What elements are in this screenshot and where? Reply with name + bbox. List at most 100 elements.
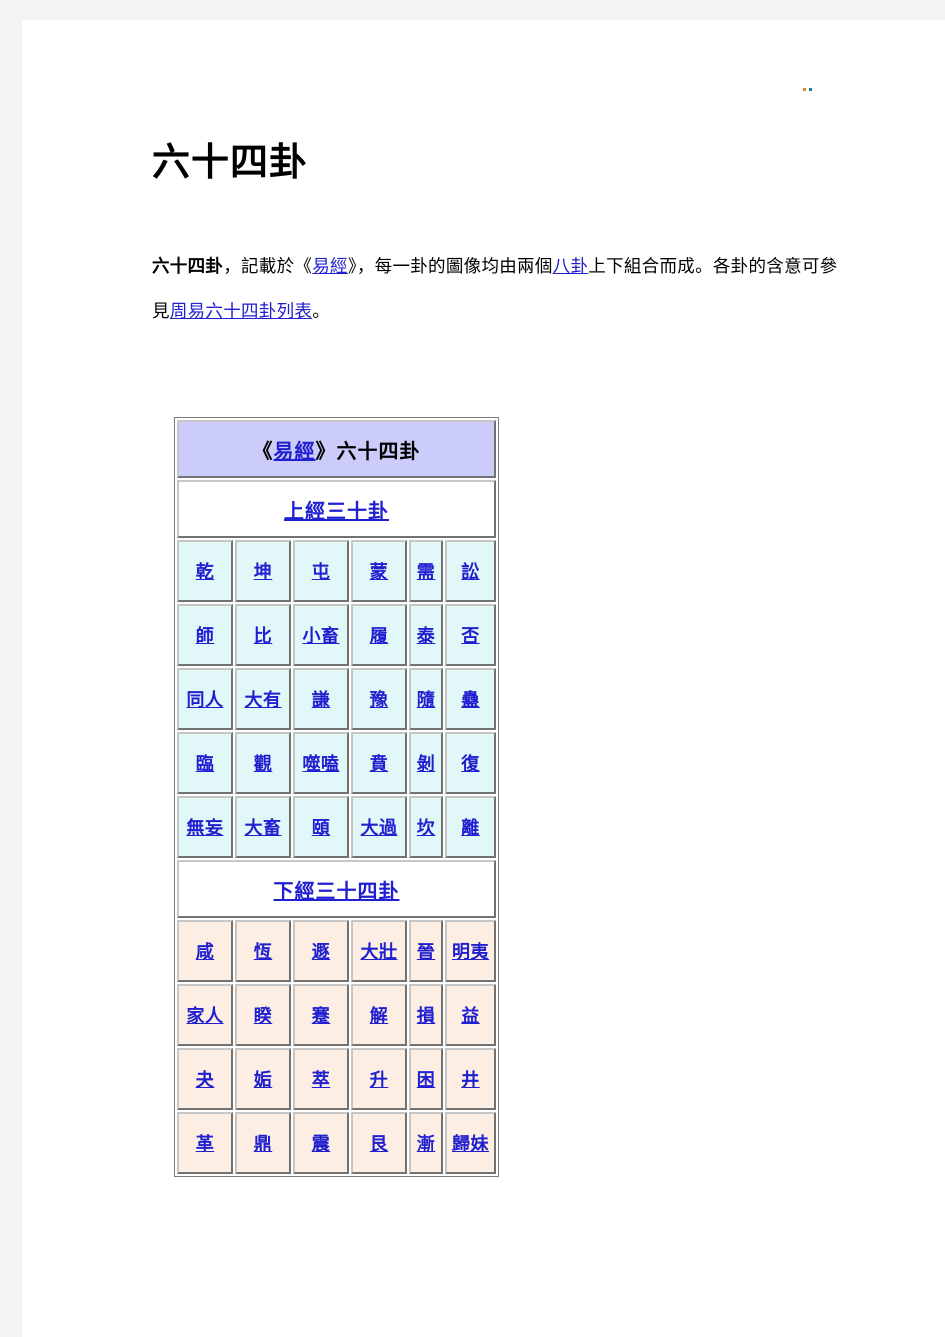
hexagram-cell[interactable]: 坎 — [409, 796, 443, 858]
hexagram-cell[interactable]: 剝 — [409, 732, 443, 794]
hexagram-link[interactable]: 履 — [370, 626, 389, 647]
hexagram-link[interactable]: 夬 — [196, 1070, 215, 1091]
hexagram-link[interactable]: 小畜 — [303, 626, 340, 647]
hexagram-link[interactable]: 大過 — [361, 818, 398, 839]
hexagram-link[interactable]: 大有 — [245, 690, 282, 711]
hexagram-cell[interactable]: 明夷 — [445, 920, 496, 982]
hexagram-cell[interactable]: 大有 — [235, 668, 291, 730]
hexagram-cell[interactable]: 益 — [445, 984, 496, 1046]
section-header-link[interactable]: 上經三十卦 — [284, 499, 389, 523]
hexagram-cell[interactable]: 豫 — [351, 668, 407, 730]
hexagram-link[interactable]: 師 — [196, 626, 215, 647]
hexagram-cell[interactable]: 賁 — [351, 732, 407, 794]
hexagram-cell[interactable]: 離 — [445, 796, 496, 858]
hexagram-cell[interactable]: 隨 — [409, 668, 443, 730]
section-header-link[interactable]: 下經三十四卦 — [274, 879, 400, 903]
hexagram-cell[interactable]: 復 — [445, 732, 496, 794]
hexagram-link[interactable]: 否 — [461, 626, 480, 647]
hexagram-cell[interactable]: 損 — [409, 984, 443, 1046]
hexagram-link[interactable]: 遯 — [312, 942, 331, 963]
hexagram-link[interactable]: 頤 — [312, 818, 331, 839]
hexagram-link[interactable]: 井 — [461, 1070, 480, 1091]
hexagram-link[interactable]: 明夷 — [452, 942, 489, 963]
hexagram-cell[interactable]: 屯 — [293, 540, 349, 602]
hexagram-cell[interactable]: 無妄 — [177, 796, 233, 858]
hexagram-cell[interactable]: 否 — [445, 604, 496, 666]
caption-link-yijing[interactable]: 易經 — [274, 439, 316, 463]
hexagram-cell[interactable]: 漸 — [409, 1112, 443, 1174]
hexagram-cell[interactable]: 需 — [409, 540, 443, 602]
hexagram-link[interactable]: 乾 — [196, 562, 215, 583]
hexagram-cell[interactable]: 遯 — [293, 920, 349, 982]
hexagram-link[interactable]: 坎 — [417, 818, 436, 839]
hexagram-link[interactable]: 坤 — [254, 562, 273, 583]
hexagram-cell[interactable]: 夬 — [177, 1048, 233, 1110]
hexagram-cell[interactable]: 同人 — [177, 668, 233, 730]
hexagram-link[interactable]: 升 — [370, 1070, 389, 1091]
hexagram-cell[interactable]: 解 — [351, 984, 407, 1046]
hexagram-link[interactable]: 比 — [254, 626, 273, 647]
hexagram-link[interactable]: 震 — [312, 1134, 331, 1155]
hexagram-cell[interactable]: 恆 — [235, 920, 291, 982]
hexagram-cell[interactable]: 咸 — [177, 920, 233, 982]
hexagram-link[interactable]: 賁 — [370, 754, 389, 775]
hexagram-link[interactable]: 需 — [417, 562, 436, 583]
hexagram-cell[interactable]: 井 — [445, 1048, 496, 1110]
hexagram-link[interactable]: 睽 — [254, 1006, 273, 1027]
hexagram-link[interactable]: 剝 — [417, 754, 436, 775]
hexagram-cell[interactable]: 大過 — [351, 796, 407, 858]
hexagram-cell[interactable]: 家人 — [177, 984, 233, 1046]
hexagram-cell[interactable]: 歸妹 — [445, 1112, 496, 1174]
hexagram-link[interactable]: 解 — [370, 1006, 389, 1027]
hexagram-cell[interactable]: 謙 — [293, 668, 349, 730]
link-yijing[interactable]: 易經 — [312, 257, 348, 277]
hexagram-link[interactable]: 革 — [196, 1134, 215, 1155]
hexagram-link[interactable]: 復 — [461, 754, 480, 775]
hexagram-cell[interactable]: 困 — [409, 1048, 443, 1110]
hexagram-link[interactable]: 漸 — [417, 1134, 436, 1155]
hexagram-link[interactable]: 損 — [417, 1006, 436, 1027]
hexagram-link[interactable]: 蹇 — [312, 1006, 331, 1027]
hexagram-cell[interactable]: 蹇 — [293, 984, 349, 1046]
hexagram-cell[interactable]: 晉 — [409, 920, 443, 982]
hexagram-cell[interactable]: 臨 — [177, 732, 233, 794]
hexagram-cell[interactable]: 震 — [293, 1112, 349, 1174]
hexagram-cell[interactable]: 噬嗑 — [293, 732, 349, 794]
hexagram-cell[interactable]: 鼎 — [235, 1112, 291, 1174]
hexagram-link[interactable]: 泰 — [417, 626, 436, 647]
hexagram-cell[interactable]: 乾 — [177, 540, 233, 602]
hexagram-cell[interactable]: 比 — [235, 604, 291, 666]
hexagram-cell[interactable]: 觀 — [235, 732, 291, 794]
hexagram-link[interactable]: 萃 — [312, 1070, 331, 1091]
hexagram-link[interactable]: 鼎 — [254, 1134, 273, 1155]
hexagram-link[interactable]: 艮 — [370, 1134, 389, 1155]
hexagram-link[interactable]: 觀 — [254, 754, 273, 775]
hexagram-link[interactable]: 無妄 — [187, 818, 224, 839]
hexagram-link[interactable]: 蠱 — [461, 690, 480, 711]
hexagram-link[interactable]: 蒙 — [370, 562, 389, 583]
hexagram-link[interactable]: 困 — [417, 1070, 436, 1091]
hexagram-link[interactable]: 謙 — [312, 690, 331, 711]
hexagram-link[interactable]: 歸妹 — [452, 1134, 489, 1155]
hexagram-cell[interactable]: 大壯 — [351, 920, 407, 982]
hexagram-cell[interactable]: 睽 — [235, 984, 291, 1046]
hexagram-link[interactable]: 大畜 — [245, 818, 282, 839]
hexagram-link[interactable]: 訟 — [461, 562, 480, 583]
link-bagua[interactable]: 八卦 — [553, 257, 589, 277]
hexagram-link[interactable]: 姤 — [254, 1070, 273, 1091]
hexagram-link[interactable]: 家人 — [187, 1006, 224, 1027]
hexagram-cell[interactable]: 萃 — [293, 1048, 349, 1110]
hexagram-cell[interactable]: 訟 — [445, 540, 496, 602]
hexagram-cell[interactable]: 大畜 — [235, 796, 291, 858]
hexagram-cell[interactable]: 革 — [177, 1112, 233, 1174]
hexagram-link[interactable]: 離 — [461, 818, 480, 839]
hexagram-cell[interactable]: 師 — [177, 604, 233, 666]
hexagram-link[interactable]: 噬嗑 — [303, 754, 340, 775]
hexagram-link[interactable]: 同人 — [187, 690, 224, 711]
hexagram-cell[interactable]: 頤 — [293, 796, 349, 858]
link-zhouyi-list[interactable]: 周易六十四卦列表 — [170, 302, 312, 322]
hexagram-link[interactable]: 恆 — [254, 942, 273, 963]
hexagram-cell[interactable]: 艮 — [351, 1112, 407, 1174]
hexagram-cell[interactable]: 小畜 — [293, 604, 349, 666]
hexagram-cell[interactable]: 升 — [351, 1048, 407, 1110]
